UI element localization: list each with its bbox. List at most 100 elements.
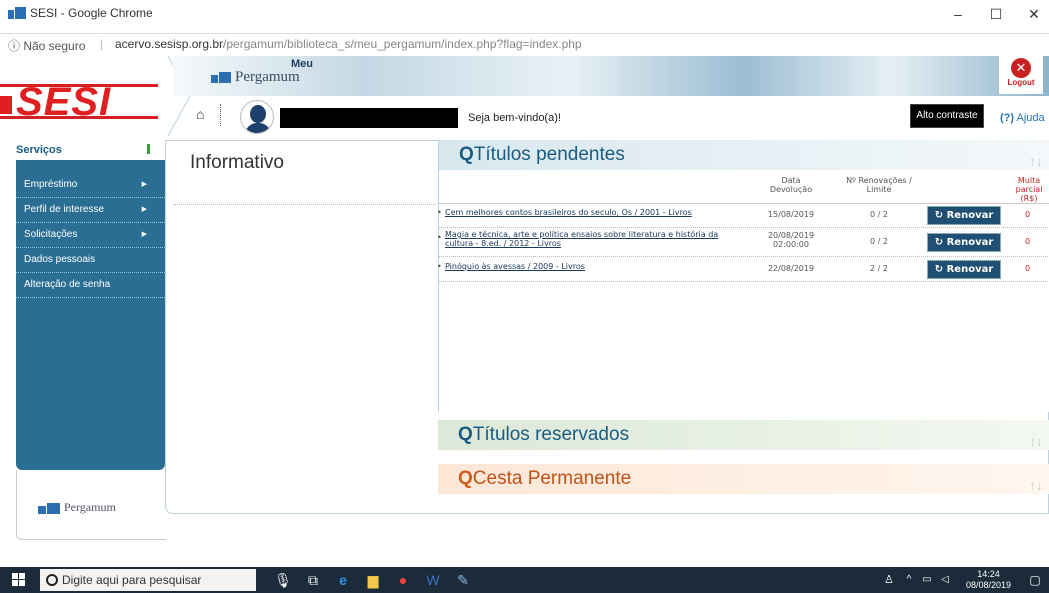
title-link[interactable]: Cem melhores contos brasileiros do secul… [445,208,745,217]
renewals: 0 / 2 [870,237,888,246]
informativo-divider [174,204,436,205]
address-bar[interactable]: ⓘ Não seguro | acervo.sesisp.org.br/perg… [0,36,1049,54]
sidebar-item-label: Solicitações [24,229,78,240]
sesi-logo[interactable]: SESI [0,66,160,146]
renew-label: Renovar [946,264,994,275]
window-controls: – ☐ ✕ [951,6,1041,23]
avatar[interactable] [240,100,274,134]
url-text[interactable]: acervo.sesisp.org.br/pergamum/biblioteca… [115,37,582,51]
sesi-favicon-icon [8,7,26,19]
logout-label: Logout [1007,78,1035,87]
renew-button[interactable]: ↻ Renovar [927,233,1001,252]
top-banner: Meu Pergamum ✕ Logout [173,56,1049,96]
due-date: 20/08/2019 02:00:00 [767,231,815,249]
fine-value: 0 [1025,210,1031,219]
renewals: 2 / 2 [870,264,888,273]
arrow-right-icon: ▶ [141,181,147,188]
refresh-icon: ↻ [934,264,944,275]
services-marker [147,144,150,154]
divider [220,104,221,126]
table-row: • Cem melhores contos brasileiros do sec… [437,204,1049,228]
search-icon: Q [458,424,473,445]
task-view-icon[interactable]: ⧉ [304,571,322,589]
pending-titles-panel: QTítulos pendentes ↑↓ Data Devolução Nº … [437,140,1049,412]
services-title: Serviços [16,144,62,156]
pending-titles-header[interactable]: QTítulos pendentes ↑↓ [439,140,1049,170]
logo-text: SESI [16,80,112,124]
table-header: Data Devolução Nº Renovações / Limite Mu… [439,170,1049,204]
cortana-icon [46,574,58,586]
file-explorer-icon[interactable]: ▆ [364,571,382,589]
microphone-icon[interactable]: 🎙 [274,571,292,589]
sidebar-item-solicitacoes[interactable]: Solicitações ▶ [16,224,165,248]
sidebar-item-alteracao-de-senha[interactable]: Alteração de senha [16,274,165,298]
taskbar-search-input[interactable]: Digite aqui para pesquisar [40,569,256,591]
renew-button[interactable]: ↻ Renovar [927,260,1001,279]
help-label: Ajuda [1016,112,1045,124]
col-data-devolucao: Data Devolução [769,176,813,194]
pergamum-label: Pergamum [235,69,300,85]
renew-label: Renovar [946,237,994,248]
taskbar: Digite aqui para pesquisar 🎙 ⧉ e ▆ ● W ✎… [0,567,1049,593]
permanent-basket-panel: QCesta Permanente ↑↓ [438,464,1049,494]
table-row: • Magia e técnica, arte e política ensai… [437,229,1049,257]
title-link[interactable]: Magia e técnica, arte e política ensaios… [445,230,745,248]
clock[interactable]: 14:24 08/08/2019 [966,569,1011,591]
renewals: 0 / 2 [870,210,888,219]
chrome-icon[interactable]: ● [394,571,412,589]
logout-button[interactable]: ✕ Logout [999,56,1043,94]
notifications-icon[interactable]: ▢ [1026,571,1044,589]
pergamum-logo-icon [211,72,231,83]
sidebar-item-emprestimo[interactable]: Empréstimo ▶ [16,174,165,198]
help-icon: (?) [1000,112,1015,124]
logo-stripe [0,96,12,114]
clock-time: 14:24 [977,569,1000,579]
reserved-titles-title: Títulos reservados [472,424,630,445]
sort-arrows-icon[interactable]: ↑↓ [1029,426,1043,456]
search-icon: Q [459,144,474,165]
permanent-basket-header[interactable]: QCesta Permanente ↑↓ [438,464,1049,494]
reserved-titles-header[interactable]: QTítulos reservados ↑↓ [438,420,1049,450]
user-bar: ⌂ Seja bem-vindo(a)! Alto contraste (?) … [190,100,1049,136]
sidebar-item-label: Perfil de interesse [24,204,105,215]
refresh-icon: ↻ [934,210,944,221]
edge-icon[interactable]: e [334,571,352,589]
logout-icon: ✕ [1011,58,1031,78]
fine-value: 0 [1025,237,1031,246]
help-link[interactable]: (?) Ajuda [1000,112,1045,124]
clock-date: 08/08/2019 [966,580,1012,590]
refresh-icon: ↻ [934,237,944,248]
address-separator: | [100,37,104,51]
renew-button[interactable]: ↻ Renovar [927,206,1001,225]
url-host: acervo.sesisp.org.br [115,37,224,51]
col-renovacoes: Nº Renovações / Limite [846,176,912,194]
home-icon[interactable]: ⌂ [196,106,204,122]
windows-start-icon[interactable] [12,573,26,587]
start-tile [12,580,18,586]
word-icon[interactable]: W [424,571,442,589]
start-tile [19,580,25,586]
informativo-section: Informativo [174,144,436,208]
paint-icon[interactable]: ✎ [454,571,472,589]
tray-chevron-icon[interactable]: ^ [900,571,918,589]
arrow-right-icon: ▶ [141,206,147,213]
sidebar-item-dados-pessoais[interactable]: Dados pessoais [16,249,165,273]
pending-titles-title: Títulos pendentes [473,144,625,165]
title-link[interactable]: Pinóquio às avessas / 2009 - Livros [445,262,745,271]
security-indicator[interactable]: ⓘ Não seguro [8,37,85,54]
network-icon[interactable]: ▭ [918,571,936,589]
table-row: • Pinóquio às avessas / 2009 - Livros 22… [437,258,1049,282]
bullet: • [437,208,442,217]
volume-icon[interactable]: ◁ [936,571,954,589]
window-titlebar: SESI - Google Chrome – ☐ ✕ [0,0,1049,34]
close-button[interactable]: ✕ [1027,6,1041,23]
sort-arrows-icon[interactable]: ↑↓ [1029,470,1043,500]
people-icon[interactable]: ♙ [880,571,898,589]
search-placeholder: Digite aqui para pesquisar [62,573,202,587]
url-path: /pergamum/biblioteca_s/meu_pergamum/inde… [223,37,582,51]
avatar-head [250,105,266,123]
high-contrast-button[interactable]: Alto contraste [910,104,984,128]
minimize-button[interactable]: – [951,6,965,23]
sidebar-item-perfil-de-interesse[interactable]: Perfil de interesse ▶ [16,199,165,223]
maximize-button[interactable]: ☐ [989,6,1003,23]
